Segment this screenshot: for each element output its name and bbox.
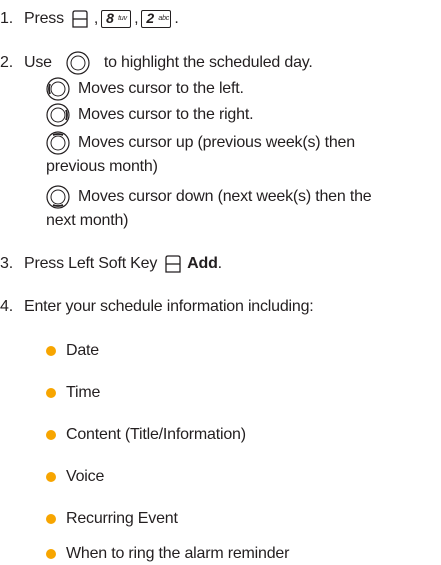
period: . [217,255,222,272]
list-item-label: Content (Title/Information) [66,426,246,443]
step-1: 1. Press , 8 tuv , 2 abc . [0,8,179,30]
bullet-dot [46,430,56,440]
nav-up-icon [46,131,70,155]
move-up-text-continued: previous month) [46,158,158,175]
move-down-line-2: next month) [46,210,128,232]
list-item-label: Time [66,384,101,401]
bullet-dot [46,388,56,398]
list-item: When to ring the alarm reminder [46,543,289,565]
list-item: Voice [46,466,104,488]
move-down-line: Moves cursor down (next week(s) then the [46,185,372,209]
bullet-dot [46,549,56,559]
nav-down-icon [46,185,70,209]
move-left-text: Moves cursor to the left. [78,80,244,97]
move-up-line-2: previous month) [46,156,158,178]
key-8-letters: tuv [118,15,127,22]
key-8-icon: 8 tuv [101,10,132,28]
left-soft-key-icon [165,254,181,274]
bullet-dot [46,514,56,524]
step-3: 3. Press Left Soft Key Add . [0,253,222,275]
nav-right-icon [46,103,70,127]
separator: , [93,10,99,27]
step-1-number: 1. [0,10,13,27]
instruction-page: 1. Press , 8 tuv , 2 abc . 2. Use to hig… [0,0,441,562]
step-4-text: Enter your schedule information includin… [24,298,314,315]
list-item: Date [46,340,99,362]
step-2-text-after: to highlight the scheduled day. [103,54,313,71]
list-item: Content (Title/Information) [46,424,246,446]
move-right-text: Moves cursor to the right. [78,106,254,123]
list-item: Recurring Event [46,508,178,530]
step-2-number: 2. [0,54,13,71]
list-item: Time [46,382,100,404]
list-item-label: When to ring the alarm reminder [66,545,290,562]
key-2-digit: 2 [146,10,154,26]
navigation-key-icon [66,51,90,75]
bullet-dot [46,346,56,356]
period: . [174,10,179,27]
key-2-icon: 2 abc [141,10,172,28]
list-item-label: Recurring Event [66,510,178,527]
step-3-text: Press Left Soft Key [24,255,158,272]
list-item-label: Voice [66,468,105,485]
move-left-line: Moves cursor to the left. [46,78,244,100]
key-2-letters: abc [158,15,170,22]
step-4-number: 4. [0,298,13,315]
move-down-text-continued: next month) [46,212,129,229]
move-up-line: Moves cursor up (previous week(s) then [46,132,355,154]
step-1-text: Press [24,10,64,27]
nav-left-icon [46,77,70,101]
list-item-label: Date [66,342,99,359]
step-2: 2. Use to highlight the scheduled day. [0,52,313,74]
step-2-text-before: Use [24,54,52,71]
separator: , [134,10,139,27]
move-right-line: Moves cursor to the right. [46,103,254,127]
key-8-digit: 8 [106,10,114,26]
move-down-text: Moves cursor down (next week(s) then the [78,188,372,205]
step-4: 4. Enter your schedule information inclu… [0,296,314,318]
move-up-text: Moves cursor up (previous week(s) then [78,134,355,151]
left-soft-key-icon [72,9,88,29]
step-3-number: 3. [0,255,13,272]
bullet-dot [46,472,56,482]
add-label: Add [187,255,218,272]
